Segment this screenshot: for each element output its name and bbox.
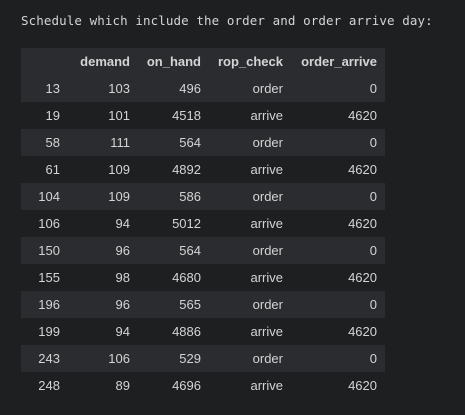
cell-on-hand: 5012	[138, 210, 209, 237]
table-row: 155 98 4680 arrive 4620	[21, 264, 385, 291]
cell-on-hand: 564	[138, 129, 209, 156]
cell-demand: 106	[68, 345, 138, 372]
cell-demand: 94	[68, 210, 138, 237]
cell-demand: 101	[68, 102, 138, 129]
cell-on-hand: 4518	[138, 102, 209, 129]
table-row: 13 103 496 order 0	[21, 75, 385, 102]
table-row: 243 106 529 order 0	[21, 345, 385, 372]
cell-demand: 111	[68, 129, 138, 156]
cell-order-arrive: 0	[291, 291, 385, 318]
row-index: 150	[21, 237, 68, 264]
row-index: 248	[21, 372, 68, 399]
table-row: 104 109 586 order 0	[21, 183, 385, 210]
row-index: 155	[21, 264, 68, 291]
cell-demand: 96	[68, 237, 138, 264]
cell-order-arrive: 0	[291, 75, 385, 102]
row-index: 243	[21, 345, 68, 372]
cell-rop-check: arrive	[209, 102, 291, 129]
table-row: 199 94 4886 arrive 4620	[21, 318, 385, 345]
cell-on-hand: 529	[138, 345, 209, 372]
cell-rop-check: arrive	[209, 156, 291, 183]
cell-order-arrive: 4620	[291, 264, 385, 291]
cell-rop-check: order	[209, 183, 291, 210]
cell-demand: 94	[68, 318, 138, 345]
cell-order-arrive: 0	[291, 345, 385, 372]
cell-rop-check: arrive	[209, 264, 291, 291]
cell-order-arrive: 4620	[291, 156, 385, 183]
cell-rop-check: arrive	[209, 318, 291, 345]
table-row: 106 94 5012 arrive 4620	[21, 210, 385, 237]
table-row: 150 96 564 order 0	[21, 237, 385, 264]
index-header	[21, 48, 68, 75]
cell-demand: 109	[68, 183, 138, 210]
cell-order-arrive: 0	[291, 183, 385, 210]
cell-order-arrive: 0	[291, 237, 385, 264]
row-index: 199	[21, 318, 68, 345]
cell-demand: 89	[68, 372, 138, 399]
cell-on-hand: 4892	[138, 156, 209, 183]
cell-rop-check: order	[209, 237, 291, 264]
cell-on-hand: 564	[138, 237, 209, 264]
cell-on-hand: 565	[138, 291, 209, 318]
row-index: 13	[21, 75, 68, 102]
cell-order-arrive: 0	[291, 129, 385, 156]
cell-order-arrive: 4620	[291, 102, 385, 129]
column-header-rop-check: rop_check	[209, 48, 291, 75]
cell-rop-check: order	[209, 75, 291, 102]
table-header-row: demand on_hand rop_check order_arrive	[21, 48, 385, 75]
cell-demand: 96	[68, 291, 138, 318]
cell-on-hand: 586	[138, 183, 209, 210]
row-index: 104	[21, 183, 68, 210]
cell-order-arrive: 4620	[291, 210, 385, 237]
row-index: 61	[21, 156, 68, 183]
cell-order-arrive: 4620	[291, 372, 385, 399]
cell-order-arrive: 4620	[291, 318, 385, 345]
dataframe-table: demand on_hand rop_check order_arrive 13…	[21, 48, 385, 399]
column-header-on-hand: on_hand	[138, 48, 209, 75]
column-header-demand: demand	[68, 48, 138, 75]
cell-demand: 103	[68, 75, 138, 102]
row-index: 196	[21, 291, 68, 318]
cell-on-hand: 496	[138, 75, 209, 102]
cell-rop-check: order	[209, 129, 291, 156]
output-caption: Schedule which include the order and ord…	[21, 13, 433, 28]
table-row: 19 101 4518 arrive 4620	[21, 102, 385, 129]
row-index: 19	[21, 102, 68, 129]
table-row: 248 89 4696 arrive 4620	[21, 372, 385, 399]
cell-demand: 98	[68, 264, 138, 291]
cell-rop-check: order	[209, 345, 291, 372]
row-index: 106	[21, 210, 68, 237]
table-row: 58 111 564 order 0	[21, 129, 385, 156]
cell-rop-check: arrive	[209, 372, 291, 399]
cell-on-hand: 4886	[138, 318, 209, 345]
cell-demand: 109	[68, 156, 138, 183]
cell-rop-check: arrive	[209, 210, 291, 237]
table-row: 61 109 4892 arrive 4620	[21, 156, 385, 183]
column-header-order-arrive: order_arrive	[291, 48, 385, 75]
cell-rop-check: order	[209, 291, 291, 318]
cell-on-hand: 4680	[138, 264, 209, 291]
row-index: 58	[21, 129, 68, 156]
cell-on-hand: 4696	[138, 372, 209, 399]
table-row: 196 96 565 order 0	[21, 291, 385, 318]
